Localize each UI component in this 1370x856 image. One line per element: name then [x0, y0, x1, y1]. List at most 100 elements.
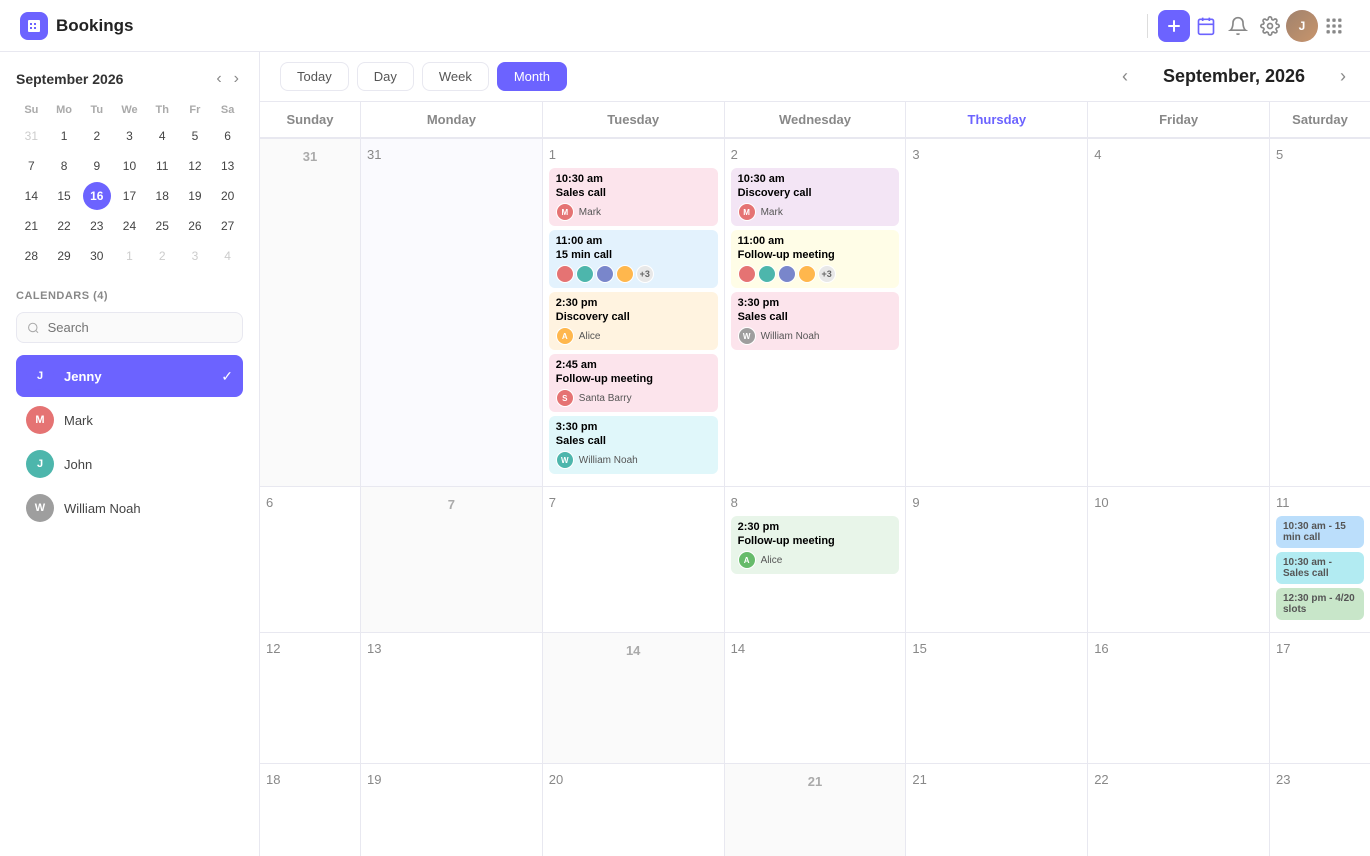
calendar-event[interactable]: 10:30 am - 15 min call [1276, 516, 1364, 548]
event-avatar: M [556, 203, 574, 221]
day-cell: 18 [260, 764, 360, 856]
mini-cal-day[interactable]: 24 [115, 212, 143, 240]
cal-toolbar: Today Day Week Month ‹ September, 2026 › [260, 52, 1370, 102]
sidebar: September 2026 ‹ › SuMoTuWeThFrSa3112345… [0, 52, 260, 856]
mini-cal-day[interactable]: 15 [50, 182, 78, 210]
event-avatar [758, 265, 776, 283]
calendar-event[interactable]: 12:30 pm - 4/20 slots [1276, 588, 1364, 620]
mini-cal-day[interactable]: 3 [181, 242, 209, 270]
day-number: 3 [912, 147, 1081, 162]
mini-cal-day[interactable]: 31 [17, 122, 45, 150]
month-view-button[interactable]: Month [497, 62, 567, 91]
mini-cal-day[interactable]: 18 [148, 182, 176, 210]
mini-cal-day[interactable]: 29 [50, 242, 78, 270]
settings-button[interactable] [1254, 10, 1286, 42]
mini-cal-next[interactable]: › [230, 68, 243, 90]
day-number: 19 [367, 772, 536, 787]
calendar-event[interactable]: 2:30 pmDiscovery callAAlice [549, 292, 718, 350]
mini-cal-day[interactable]: 22 [50, 212, 78, 240]
today-button[interactable]: Today [280, 62, 349, 91]
mini-cal-day[interactable]: 1 [50, 122, 78, 150]
week-view-button[interactable]: Week [422, 62, 489, 91]
mini-cal-day[interactable]: 1 [115, 242, 143, 270]
mini-cal-day[interactable]: 16 [83, 182, 111, 210]
day-number: 10 [1094, 495, 1263, 510]
calendar-view-button[interactable] [1190, 10, 1222, 42]
calendar-event[interactable]: 2:45 amFollow-up meetingSSanta Barry [549, 354, 718, 412]
mini-cal-day[interactable]: 7 [17, 152, 45, 180]
mini-cal-day[interactable]: 19 [181, 182, 209, 210]
mini-cal-day[interactable]: 26 [181, 212, 209, 240]
col-header-thursday: Thursday [906, 102, 1087, 138]
mini-cal-day[interactable]: 20 [214, 182, 242, 210]
day-cell: 14 [725, 633, 906, 763]
calendar-item-mark[interactable]: MMark [16, 399, 243, 441]
day-view-button[interactable]: Day [357, 62, 414, 91]
mini-cal-day[interactable]: 9 [83, 152, 111, 180]
mini-cal-day[interactable]: 5 [181, 122, 209, 150]
mini-cal-day[interactable]: 14 [17, 182, 45, 210]
week-label: 7 [361, 487, 542, 632]
day-number: 18 [266, 772, 354, 787]
mini-cal-day[interactable]: 28 [17, 242, 45, 270]
event-avatar [616, 265, 634, 283]
calendar-event[interactable]: 3:30 pmSales callWWilliam Noah [549, 416, 718, 474]
calendar-item-john[interactable]: JJohn [16, 443, 243, 485]
calendar-name: Jenny [64, 369, 211, 384]
calendar-event[interactable]: 11:00 am15 min call+3 [549, 230, 718, 288]
mini-cal-prev[interactable]: ‹ [212, 68, 225, 90]
calendar-event[interactable]: 10:30 amSales callMMark [549, 168, 718, 226]
cal-next-button[interactable]: › [1336, 62, 1350, 91]
event-avatar: W [738, 327, 756, 345]
day-number: 7 [549, 495, 718, 510]
day-cell: 82:30 pmFollow-up meetingAAlice [725, 487, 906, 632]
day-cell: 13 [361, 633, 542, 763]
mini-cal-day[interactable]: 27 [214, 212, 242, 240]
mini-cal-day[interactable]: 3 [115, 122, 143, 150]
search-box[interactable] [16, 312, 243, 343]
day-cell: 11 10:30 am - 15 min call 10:30 am - Sales… [1270, 487, 1370, 632]
calendar-name: William Noah [64, 501, 233, 516]
search-input[interactable] [48, 320, 232, 335]
user-avatar[interactable]: J [1286, 10, 1318, 42]
mini-cal-day[interactable]: 23 [83, 212, 111, 240]
mini-cal-day[interactable]: 30 [83, 242, 111, 270]
calendar-item-jenny[interactable]: JJenny✓ [16, 355, 243, 397]
calendar-event[interactable]: 10:30 am - Sales call [1276, 552, 1364, 584]
week-label: 14 [543, 633, 724, 763]
mini-cal-day[interactable]: 2 [83, 122, 111, 150]
week-label: 31 [260, 139, 360, 486]
calendar-event[interactable]: 2:30 pmFollow-up meetingAAlice [731, 516, 900, 574]
mini-cal-day[interactable]: 10 [115, 152, 143, 180]
grid-menu-button[interactable] [1318, 10, 1350, 42]
mini-cal-day[interactable]: 6 [214, 122, 242, 150]
day-cell: 19 [361, 764, 542, 856]
calendar-event[interactable]: 3:30 pmSales callWWilliam Noah [731, 292, 900, 350]
mini-cal-day[interactable]: 4 [214, 242, 242, 270]
day-cell: 10 [1088, 487, 1269, 632]
mini-cal-day[interactable]: 2 [148, 242, 176, 270]
col-header-tuesday: Tuesday [543, 102, 724, 138]
day-number: 14 [731, 641, 900, 656]
calendar-avatar: M [26, 406, 54, 434]
topbar-divider [1147, 14, 1148, 38]
day-number: 2 [731, 147, 900, 162]
calendar-list: JJenny✓MMarkJJohnWWilliam Noah [16, 355, 243, 529]
notifications-button[interactable] [1222, 10, 1254, 42]
cal-prev-button[interactable]: ‹ [1118, 62, 1132, 91]
mini-cal-day[interactable]: 4 [148, 122, 176, 150]
calendars-header: CALENDARS (4) [16, 290, 243, 302]
mini-cal-day[interactable]: 13 [214, 152, 242, 180]
mini-cal-day[interactable]: 8 [50, 152, 78, 180]
mini-cal-day[interactable]: 12 [181, 152, 209, 180]
calendar-item-william-noah[interactable]: WWilliam Noah [16, 487, 243, 529]
add-event-button[interactable] [1158, 10, 1190, 42]
mini-cal-day[interactable]: 25 [148, 212, 176, 240]
calendar-event[interactable]: 10:30 amDiscovery callMMark [731, 168, 900, 226]
calendar-event[interactable]: 11:00 amFollow-up meeting+3 [731, 230, 900, 288]
mini-cal-day[interactable]: 17 [115, 182, 143, 210]
mini-cal-day[interactable]: 21 [17, 212, 45, 240]
mini-cal-day[interactable]: 11 [148, 152, 176, 180]
event-avatar [556, 265, 574, 283]
day-number: 11 [1276, 495, 1364, 510]
